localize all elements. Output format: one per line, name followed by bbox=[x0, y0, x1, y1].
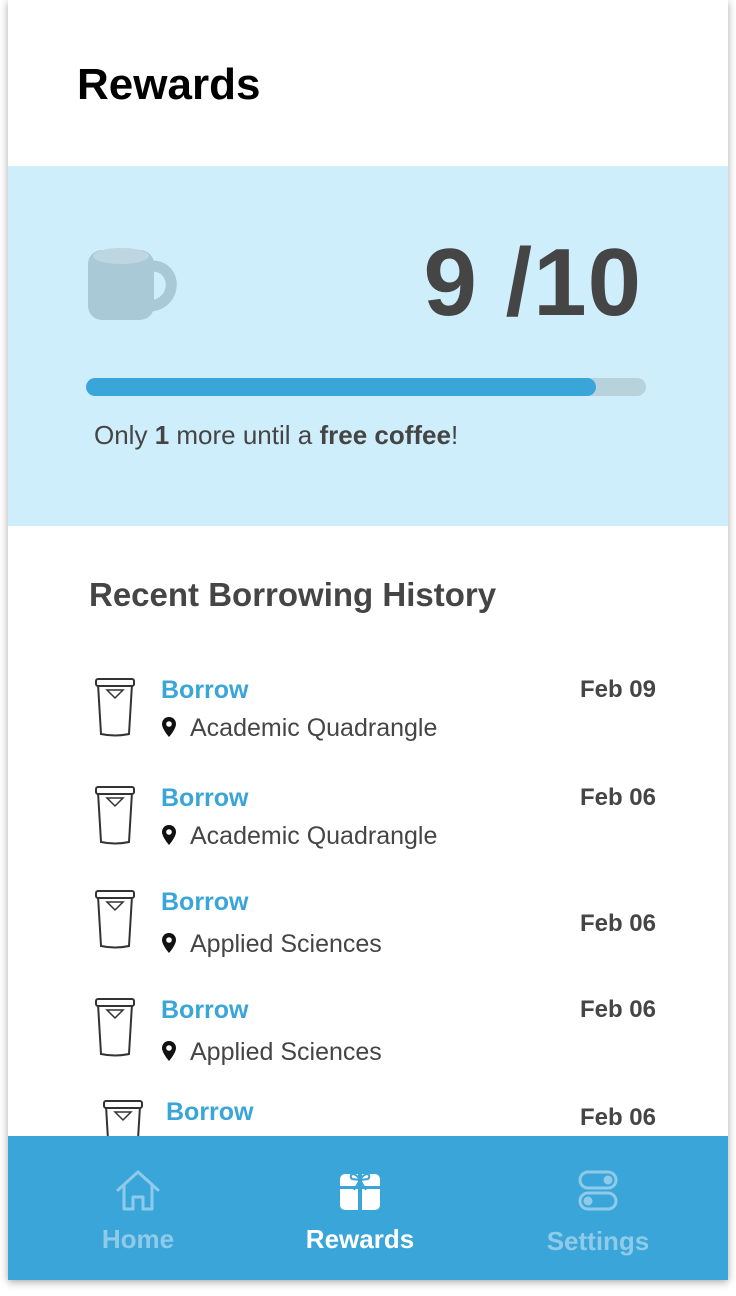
location-pin-icon bbox=[162, 1041, 176, 1061]
history-action: Borrow bbox=[161, 676, 249, 704]
reward-message-post: ! bbox=[450, 420, 459, 450]
history-location-text: Academic Quadrangle bbox=[190, 714, 438, 742]
history-title: Recent Borrowing History bbox=[89, 576, 497, 613]
nav-settings-label: Settings bbox=[546, 1226, 650, 1256]
cup-icon bbox=[95, 678, 135, 737]
nav-rewards[interactable]: Rewards bbox=[240, 1136, 480, 1280]
history-action: Borrow bbox=[161, 888, 249, 916]
toggle-icon bbox=[578, 1170, 618, 1211]
cup-icon bbox=[95, 998, 135, 1057]
gift-icon bbox=[340, 1173, 380, 1210]
history-item[interactable]: Borrow Applied Sciences Feb 06 bbox=[8, 996, 728, 1086]
history-action: Borrow bbox=[166, 1098, 254, 1126]
page-title: Rewards bbox=[77, 60, 261, 109]
location-pin-icon bbox=[162, 717, 176, 737]
history-item[interactable]: Borrow Academic Quadrangle Feb 06 bbox=[8, 784, 728, 874]
nav-settings[interactable]: Settings bbox=[478, 1136, 718, 1280]
history-date: Feb 06 bbox=[579, 784, 656, 811]
reward-message: Only 1 more until a free coffee! bbox=[94, 420, 458, 451]
cup-icon bbox=[95, 786, 135, 845]
history-location-text: Applied Sciences bbox=[190, 1038, 382, 1066]
rewards-panel: 9 /10 Only 1 more until a free coffee! bbox=[8, 166, 728, 526]
history-item[interactable]: Borrow Academic Quadrangle Feb 09 bbox=[8, 676, 728, 766]
coffee-mug-icon bbox=[88, 248, 177, 320]
location-pin-icon bbox=[162, 933, 176, 953]
history-action: Borrow bbox=[161, 784, 249, 812]
cup-icon bbox=[95, 890, 135, 949]
history-action: Borrow bbox=[161, 996, 249, 1024]
nav-home[interactable]: Home bbox=[18, 1136, 258, 1280]
nav-rewards-label: Rewards bbox=[305, 1224, 415, 1254]
reward-message-number: 1 bbox=[154, 420, 170, 450]
reward-progress-fill bbox=[86, 378, 596, 396]
bottom-nav: Home Rewards Settings bbox=[8, 1136, 728, 1280]
reward-message-pre: Only bbox=[94, 420, 155, 450]
history-date: Feb 06 bbox=[579, 996, 656, 1023]
history-date: Feb 06 bbox=[579, 1104, 656, 1131]
reward-progress-bar bbox=[86, 378, 646, 396]
history-location-text: Academic Quadrangle bbox=[190, 822, 438, 850]
history-item[interactable]: Borrow Applied Sciences Feb 06 bbox=[8, 888, 728, 978]
history-location-text: Applied Sciences bbox=[190, 930, 382, 958]
home-icon bbox=[116, 1170, 160, 1211]
phone-screen: Rewards 9 /10 Only 1 more until a free c… bbox=[8, 0, 728, 1280]
history-date: Feb 06 bbox=[579, 910, 656, 937]
reward-message-highlight: free coffee bbox=[319, 420, 451, 450]
reward-message-mid: more until a bbox=[169, 420, 320, 450]
history-date: Feb 09 bbox=[579, 676, 656, 703]
nav-home-label: Home bbox=[101, 1224, 175, 1254]
location-pin-icon bbox=[162, 825, 176, 845]
reward-count: 9 /10 bbox=[423, 229, 642, 336]
